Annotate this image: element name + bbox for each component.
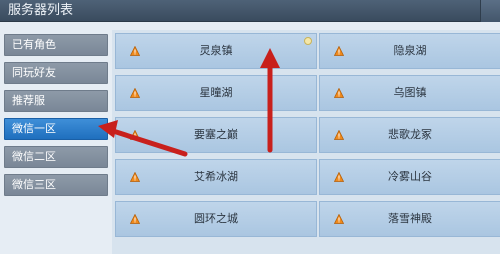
server-name: 隐泉湖 [393,44,427,57]
server-name: 星曈湖 [199,86,233,99]
server-name: 艾希冰湖 [194,170,238,183]
server-name: 乌图镇 [393,86,427,99]
sidebar-item-recommended[interactable]: 推荐服 [4,90,108,112]
new-badge-icon [304,37,312,45]
server-name: 要塞之巅 [194,128,238,141]
server-tile[interactable]: 要塞之巅 [115,117,317,153]
page-title: 服务器列表 [8,3,74,18]
title-bar: 服务器列表 [0,0,500,22]
server-name: 圆环之城 [194,212,238,225]
server-name: 冷雾山谷 [388,170,432,183]
sidebar: 已有角色 同玩好友 推荐服 微信一区 微信二区 微信三区 [0,30,108,254]
server-tile[interactable]: 圆环之城 [115,201,317,237]
server-tile[interactable]: 艾希冰湖 [115,159,317,195]
sidebar-item-label: 同玩好友 [12,66,56,79]
sidebar-item-label: 微信二区 [12,150,56,163]
server-tile[interactable]: 星曈湖 [115,75,317,111]
sidebar-item-wechat-3[interactable]: 微信三区 [4,174,108,196]
server-name: 落雪神殿 [388,212,432,225]
sidebar-item-label: 微信一区 [12,122,56,135]
server-tile[interactable]: 冷雾山谷 [319,159,500,195]
server-tile[interactable]: 乌图镇 [319,75,500,111]
sidebar-item-wechat-1[interactable]: 微信一区 [4,118,108,140]
sidebar-item-label: 推荐服 [12,94,45,107]
server-name: 悲歌龙冢 [388,128,432,141]
sidebar-item-wechat-2[interactable]: 微信二区 [4,146,108,168]
sidebar-item-label: 已有角色 [12,38,56,51]
server-tile[interactable]: 灵泉镇 [115,33,317,69]
server-tile[interactable]: 悲歌龙冢 [319,117,500,153]
server-grid: 灵泉镇 隐泉湖 星曈湖 乌图镇 要塞之巅 悲歌龙冢 艾希冰湖 冷雾山谷 圆环之城… [112,30,500,254]
server-tile[interactable]: 隐泉湖 [319,33,500,69]
sidebar-item-friends[interactable]: 同玩好友 [4,62,108,84]
sidebar-item-existing-roles[interactable]: 已有角色 [4,34,108,56]
server-tile[interactable]: 落雪神殿 [319,201,500,237]
corner-button[interactable] [480,0,500,22]
sidebar-item-label: 微信三区 [12,178,56,191]
server-name: 灵泉镇 [199,44,233,57]
